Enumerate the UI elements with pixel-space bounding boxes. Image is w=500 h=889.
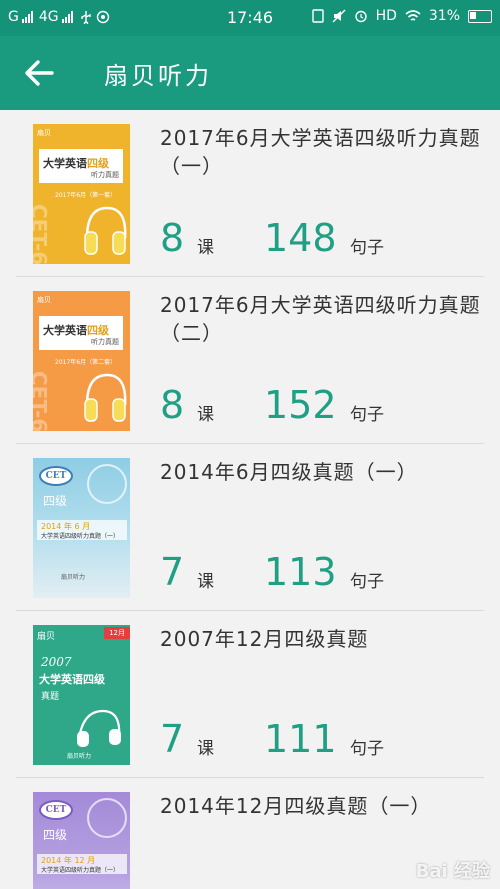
back-arrow-icon[interactable] — [22, 56, 56, 90]
cover-title: 大学英语四级听力真题（一） — [41, 867, 120, 874]
sentence-count: 152 — [264, 383, 337, 427]
item-stats: 8 课 148 句子 — [160, 216, 490, 260]
battery-icon — [468, 9, 492, 23]
cover-side-text: CET-6 — [33, 204, 51, 264]
cover-title: 大学英语四级 — [39, 673, 105, 686]
sentence-unit: 句子 — [350, 405, 384, 425]
course-list: 扇贝 大学英语四级 听力真题 2017年6月（第一套） CET-6 2017年6… — [0, 110, 500, 889]
list-item[interactable]: CET 四级 2014 年 12 月 大学英语四级听力真题（一） 2014年12… — [0, 778, 500, 889]
item-title: 2014年6月四级真题（一） — [160, 460, 418, 484]
wifi-icon — [405, 10, 421, 21]
item-title: 2017年6月大学英语四级听力真题（二） — [160, 293, 481, 345]
cover-strip: 2014 年 12 月 大学英语四级听力真题（一） — [37, 854, 127, 874]
cover-subtitle: 听力真题 — [91, 171, 119, 179]
cover-title: 大学英语四级听力真题（一） — [41, 533, 120, 540]
headphones-icon — [84, 373, 127, 422]
lesson-unit: 课 — [197, 739, 214, 759]
cover-subtitle: 听力真题 — [91, 338, 119, 346]
sentence-unit: 句子 — [350, 739, 384, 759]
app-bar: 扇贝听力 — [0, 36, 500, 110]
headphones-icon — [77, 709, 121, 747]
item-stats: 8 课 152 句子 — [160, 383, 490, 427]
page-title: 扇贝听力 — [104, 62, 212, 90]
cover-logo: 扇贝听力 — [67, 753, 92, 760]
book-cover: CET 四级 2014 年 6 月 大学英语四级听力真题（一） 扇贝听力 — [33, 458, 130, 598]
cover-side-text: CET-6 — [33, 371, 51, 431]
cover-tag: 12月 — [104, 627, 130, 639]
cover-badge: 扇贝 — [37, 129, 51, 137]
book-cover: 扇贝 大学英语四级 听力真题 2017年6月（第二套） CET-6 — [33, 291, 130, 431]
cover-strip: 2014 年 6 月 大学英语四级听力真题（一） — [37, 520, 127, 540]
cover-title: 大学英语 — [43, 157, 87, 170]
cover-date: 2017年6月（第一套） — [55, 192, 117, 199]
item-stats: 7 课 111 句子 — [160, 717, 490, 761]
cover-subtitle: 真题 — [41, 692, 60, 702]
sentence-count: 111 — [264, 717, 337, 761]
list-item[interactable]: 扇贝 大学英语四级 听力真题 2017年6月（第一套） CET-6 2017年6… — [0, 110, 500, 277]
lesson-count: 8 — [160, 216, 185, 260]
status-right: HD 31% — [311, 8, 492, 24]
battery-percent: 31% — [428, 8, 460, 24]
globe-icon — [87, 464, 127, 504]
cover-level: 四级 — [43, 494, 68, 508]
item-title: 2014年12月四级真题（一） — [160, 794, 432, 818]
sim-icon — [311, 9, 324, 23]
item-title: 2007年12月四级真题 — [160, 627, 369, 651]
book-cover: CET 四级 2014 年 12 月 大学英语四级听力真题（一） — [33, 792, 130, 889]
cover-level: 四级 — [87, 324, 109, 337]
lesson-unit: 课 — [197, 405, 214, 425]
sentence-count: 148 — [264, 216, 337, 260]
lesson-unit: 课 — [197, 238, 214, 258]
sentence-unit: 句子 — [350, 238, 384, 258]
lesson-count: 7 — [160, 717, 185, 761]
cover-level: 四级 — [87, 157, 109, 170]
cet-logo: CET — [39, 800, 73, 820]
alarm-icon — [354, 10, 367, 23]
item-title: 2017年6月大学英语四级听力真题（一） — [160, 126, 481, 178]
book-cover: 扇贝 大学英语四级 听力真题 2017年6月（第一套） CET-6 — [33, 124, 130, 264]
sentence-unit: 句子 — [350, 572, 384, 592]
lesson-count: 7 — [160, 550, 185, 594]
cover-level: 四级 — [43, 828, 68, 842]
mute-icon — [332, 9, 346, 23]
cover-logo: 扇贝听力 — [61, 574, 86, 581]
lesson-unit: 课 — [197, 572, 214, 592]
cover-title-box: 大学英语四级 听力真题 — [39, 149, 123, 183]
item-stats: 7 课 113 句子 — [160, 550, 490, 594]
cover-date: 2017年6月（第二套） — [55, 359, 117, 366]
status-bar: G 4G 17:46 HD 31% — [0, 0, 500, 36]
globe-icon — [87, 798, 127, 838]
watermark: Bai 经验 — [415, 861, 490, 882]
book-cover: 扇贝 12月 2007 大学英语四级 真题 扇贝听力 — [33, 625, 130, 765]
cover-title-box: 大学英语四级 听力真题 — [39, 316, 123, 350]
lesson-count: 8 — [160, 383, 185, 427]
cover-badge: 扇贝 — [37, 632, 56, 642]
headphones-icon — [84, 206, 127, 255]
list-item[interactable]: CET 四级 2014 年 6 月 大学英语四级听力真题（一） 扇贝听力 201… — [0, 444, 500, 611]
cet-logo: CET — [39, 466, 73, 486]
cover-year: 2007 — [41, 655, 72, 669]
cover-badge: 扇贝 — [37, 296, 51, 304]
sentence-count: 113 — [264, 550, 337, 594]
list-item[interactable]: 扇贝 12月 2007 大学英语四级 真题 扇贝听力 2007年12月四级真题 … — [0, 611, 500, 778]
list-item[interactable]: 扇贝 大学英语四级 听力真题 2017年6月（第二套） CET-6 2017年6… — [0, 277, 500, 444]
cover-title: 大学英语 — [43, 324, 87, 337]
hd-label: HD — [375, 8, 397, 24]
